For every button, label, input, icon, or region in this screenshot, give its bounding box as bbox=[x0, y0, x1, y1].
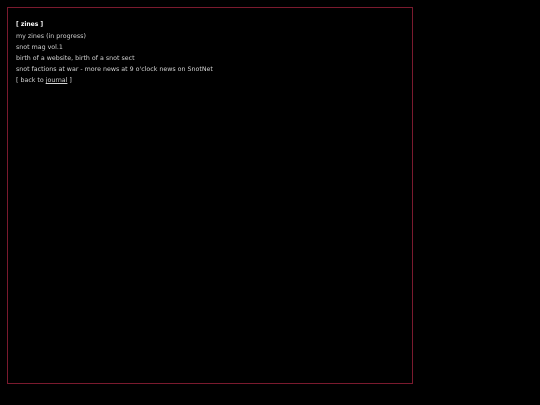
section-heading: [ zines ] bbox=[16, 21, 44, 28]
content-frame: [ zines ] my zines (in progress) snot ma… bbox=[7, 7, 413, 384]
back-prefix: [ back to bbox=[16, 77, 46, 84]
zine-list-item[interactable]: snot mag vol.1 bbox=[16, 42, 404, 53]
zines-panel: [ zines ] my zines (in progress) snot ma… bbox=[16, 11, 404, 86]
zine-list-item[interactable]: my zines (in progress) bbox=[16, 31, 404, 42]
back-to-journal-link[interactable]: journal bbox=[46, 77, 68, 84]
back-suffix: ] bbox=[67, 77, 72, 84]
zine-list: my zines (in progress) snot mag vol.1 bi… bbox=[16, 31, 404, 86]
zine-list-item[interactable]: birth of a website, birth of a snot sect bbox=[16, 53, 404, 64]
zine-list-item[interactable]: snot factions at war - more news at 9 o'… bbox=[16, 64, 404, 75]
back-nav: [ back to journal ] bbox=[16, 75, 404, 86]
